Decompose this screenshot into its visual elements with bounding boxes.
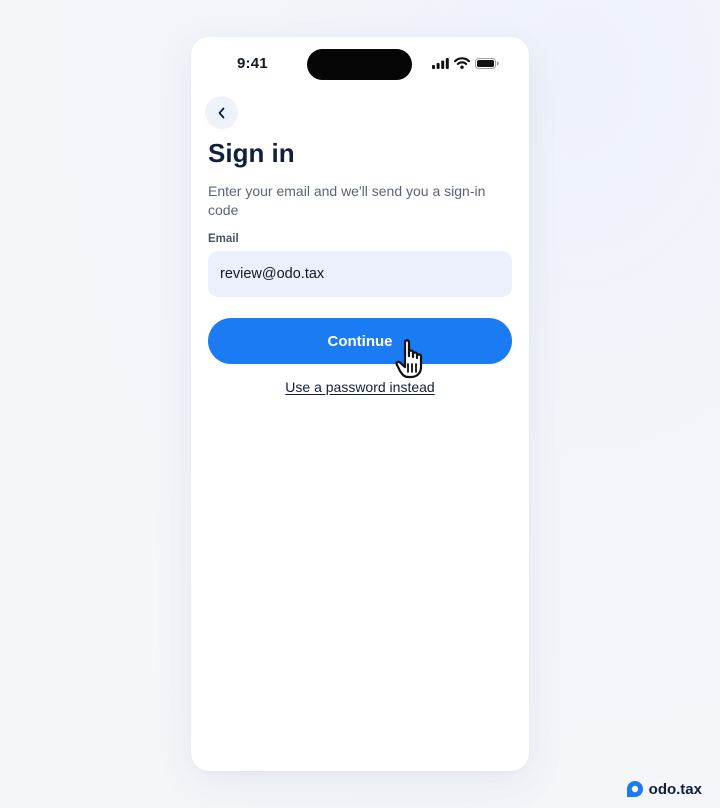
continue-button[interactable]: Continue [208,318,512,364]
battery-icon [475,57,499,69]
hand-pointer-cursor-icon [395,339,423,379]
dynamic-island [307,49,412,80]
use-password-link[interactable]: Use a password instead [191,379,529,395]
signal-icon [432,57,449,69]
phone-screen: 9:41 Sign in Enter your email and we'll … [191,37,529,771]
back-button[interactable] [205,96,238,129]
page-subtitle: Enter your email and we'll send you a si… [208,183,486,218]
odo-logo-icon [626,781,643,797]
chevron-left-icon [218,107,224,118]
page-title: Sign in [208,138,295,168]
email-label: Email [208,233,239,245]
wifi-icon [454,57,470,69]
brand-mark: odo.tax [626,780,702,798]
status-icons [432,57,499,69]
status-time: 9:41 [237,55,268,72]
brand-name: odo.tax [648,780,702,798]
email-field[interactable] [208,251,512,297]
